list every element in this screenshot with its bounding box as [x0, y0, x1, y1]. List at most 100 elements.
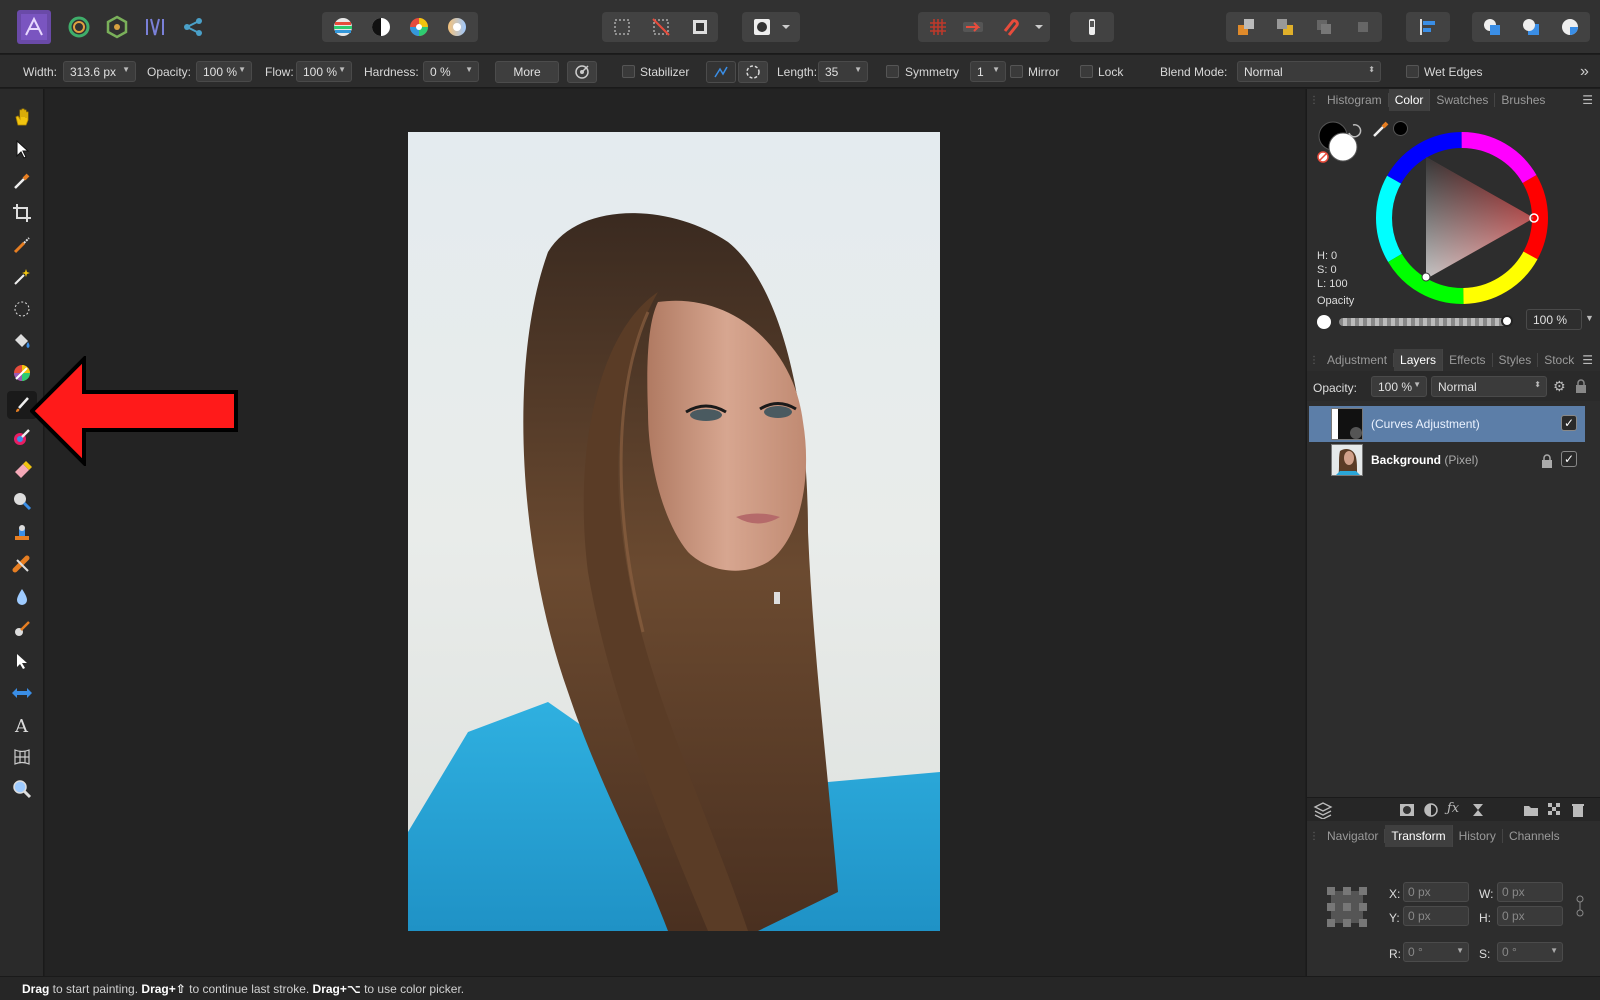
tone-mapping-persona-icon[interactable] — [138, 10, 172, 44]
tab-swatches[interactable]: Swatches — [1430, 93, 1496, 107]
panel-grip-icon[interactable]: ⋮ — [1307, 95, 1321, 106]
color-picker-tool-icon[interactable] — [7, 167, 37, 195]
panel-menu-icon[interactable]: ☰ — [1582, 353, 1593, 367]
tab-layers[interactable]: Layers — [1394, 349, 1444, 371]
grid-icon[interactable] — [921, 12, 955, 42]
hsl-icon[interactable] — [402, 12, 436, 42]
layer-row-curves[interactable]: (Curves Adjustment) ✓ — [1309, 406, 1585, 442]
fx-icon[interactable]: ƒx — [1447, 801, 1459, 816]
move-tool-icon[interactable] — [7, 135, 37, 163]
panel-grip-icon[interactable]: ⋮ — [1307, 355, 1321, 366]
layer-visibility-checkbox[interactable]: ✓ — [1561, 415, 1577, 431]
deselect-icon[interactable] — [644, 12, 678, 42]
live-filter-icon[interactable] — [1471, 802, 1485, 818]
text-tool-icon[interactable]: A — [7, 711, 37, 739]
shear-field[interactable]: 0 ° ▼ — [1497, 942, 1563, 962]
move-to-front-icon[interactable] — [1346, 12, 1380, 42]
move-to-back-icon[interactable] — [1229, 12, 1263, 42]
x-field[interactable]: 0 px — [1403, 882, 1469, 902]
flood-fill-tool-icon[interactable] — [7, 327, 37, 355]
portrait-photo[interactable] — [408, 132, 940, 931]
lock-checkbox[interactable] — [1080, 65, 1093, 78]
window-mode-button[interactable] — [738, 61, 768, 83]
layer-visibility-checkbox[interactable]: ✓ — [1561, 451, 1577, 467]
toolbar-overflow-button[interactable]: » — [1580, 55, 1589, 88]
symmetry-checkbox[interactable] — [886, 65, 899, 78]
brightness-contrast-icon[interactable] — [364, 12, 398, 42]
layers-stack-icon[interactable] — [1313, 801, 1333, 819]
subtract-boolean-icon[interactable] — [1514, 12, 1548, 42]
panel-grip-icon[interactable]: ⋮ — [1307, 831, 1321, 842]
zoom-tool-icon[interactable] — [7, 775, 37, 803]
assistant-icon[interactable] — [956, 12, 990, 42]
crop-tool-icon[interactable] — [7, 199, 37, 227]
healing-brush-tool-icon[interactable] — [7, 551, 37, 579]
intersect-boolean-icon[interactable] — [1553, 12, 1587, 42]
fill-stroke-swatches[interactable] — [1315, 119, 1375, 169]
flood-select-tool-icon[interactable] — [7, 263, 37, 291]
hardness-field[interactable]: 0 % ▼ — [423, 61, 479, 82]
white-balance-icon[interactable] — [440, 12, 474, 42]
anchor-point-selector[interactable] — [1327, 887, 1367, 927]
tab-channels[interactable]: Channels — [1503, 829, 1566, 843]
blur-tool-icon[interactable] — [7, 583, 37, 611]
tab-navigator[interactable]: Navigator — [1321, 829, 1386, 843]
export-persona-icon[interactable] — [176, 10, 210, 44]
length-field[interactable]: 35 ▼ — [818, 61, 868, 82]
adjustment-layer-icon[interactable] — [1423, 802, 1439, 818]
panel-menu-icon[interactable]: ☰ — [1582, 93, 1593, 107]
tab-history[interactable]: History — [1453, 829, 1503, 843]
tab-brushes[interactable]: Brushes — [1495, 93, 1551, 107]
rotation-field[interactable]: 0 ° ▼ — [1403, 942, 1469, 962]
stabilizer-checkbox[interactable] — [622, 65, 635, 78]
opacity-slider[interactable] — [1339, 315, 1513, 327]
more-button[interactable]: More — [495, 61, 559, 83]
move-forward-one-icon[interactable] — [1307, 12, 1341, 42]
tab-transform[interactable]: Transform — [1385, 825, 1453, 847]
trash-icon[interactable] — [1571, 802, 1585, 818]
lock-icon[interactable] — [1575, 379, 1587, 393]
opacity-slider-handle[interactable] — [1501, 315, 1513, 327]
symmetry-count-field[interactable]: 1 ▼ — [970, 61, 1006, 82]
lock-icon[interactable] — [1541, 454, 1553, 468]
width-field[interactable]: 313.6 px ▼ — [63, 61, 136, 82]
quick-mask-icon[interactable] — [745, 12, 779, 42]
wet-edges-checkbox[interactable] — [1406, 65, 1419, 78]
document-canvas[interactable] — [45, 89, 1305, 976]
tab-effects[interactable]: Effects — [1443, 353, 1493, 367]
tab-stock[interactable]: Stock — [1538, 353, 1580, 367]
w-field[interactable]: 0 px — [1497, 882, 1563, 902]
align-icon[interactable] — [1411, 12, 1445, 42]
marquee-tool-icon[interactable] — [7, 295, 37, 323]
link-dimensions-icon[interactable] — [1575, 895, 1585, 917]
move-back-one-icon[interactable] — [1268, 12, 1302, 42]
add-boolean-icon[interactable] — [1475, 12, 1509, 42]
opacity-field[interactable]: 100 % ▼ — [196, 61, 252, 82]
tab-adjustment[interactable]: Adjustment — [1321, 353, 1395, 367]
layer-blend-select[interactable]: Normal ⬍ — [1431, 376, 1547, 397]
layer-opacity-field[interactable]: 100 % ▼ — [1371, 376, 1427, 397]
gear-icon[interactable]: ⚙ — [1553, 378, 1566, 395]
snapping-dropdown-icon[interactable] — [1030, 12, 1048, 42]
color-opacity-field[interactable]: 100 % — [1526, 309, 1582, 330]
mask-dropdown-icon[interactable] — [776, 12, 796, 42]
blend-mode-select[interactable]: Normal ⬍ — [1237, 61, 1381, 82]
flow-field[interactable]: 100 % ▼ — [296, 61, 352, 82]
mesh-warp-tool-icon[interactable] — [7, 743, 37, 771]
color-wheel[interactable] — [1375, 131, 1549, 305]
pixel-layer-icon[interactable] — [1547, 802, 1563, 818]
flip-tool-icon[interactable] — [7, 679, 37, 707]
invert-selection-icon[interactable] — [683, 12, 717, 42]
app-logo-icon[interactable] — [17, 10, 51, 44]
mask-layer-icon[interactable] — [1399, 802, 1415, 818]
rope-mode-button[interactable] — [706, 61, 736, 83]
y-field[interactable]: 0 px — [1403, 906, 1469, 926]
node-tool-icon[interactable] — [7, 647, 37, 675]
tab-styles[interactable]: Styles — [1493, 353, 1539, 367]
view-tool-icon[interactable] — [7, 103, 37, 131]
chevron-down-icon[interactable]: ▼ — [1585, 313, 1594, 323]
force-pixel-icon[interactable] — [1075, 12, 1109, 42]
pressure-button[interactable] — [567, 61, 597, 83]
liquify-persona-icon[interactable] — [62, 10, 96, 44]
selection-brush-tool-icon[interactable] — [7, 231, 37, 259]
